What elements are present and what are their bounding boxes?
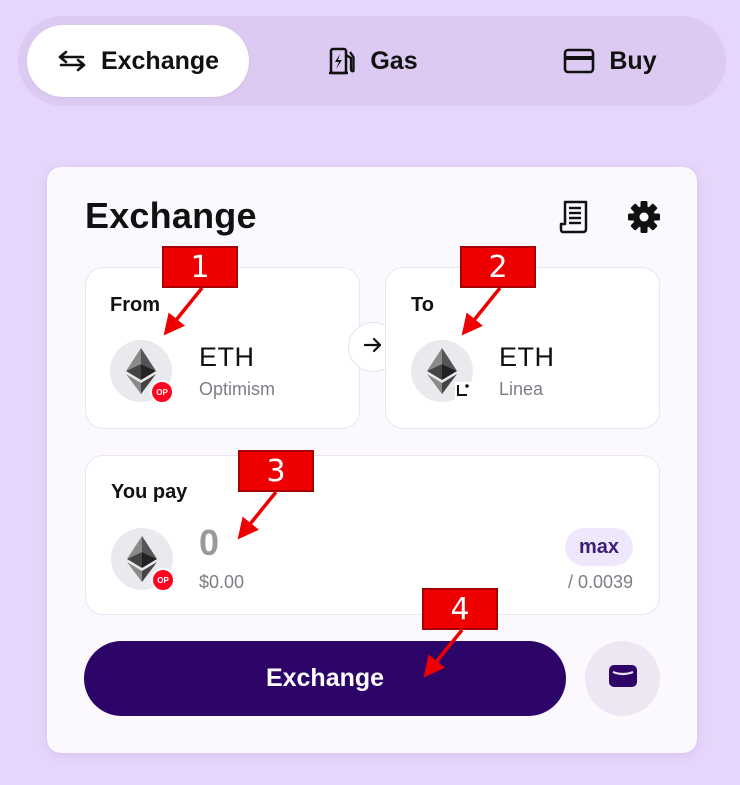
tab-gas[interactable]: Gas	[318, 25, 428, 97]
from-token-symbol: ETH	[199, 342, 255, 372]
eth-logo-icon	[427, 348, 457, 394]
optimism-badge-icon: OP	[151, 568, 175, 592]
wallet-icon	[607, 662, 639, 695]
pay-label: You pay	[111, 481, 188, 503]
receipt-icon[interactable]	[559, 200, 593, 234]
annotation-marker-1: 1	[162, 246, 238, 288]
annotation-marker-4: 4	[422, 588, 498, 630]
to-token-network: Linea	[499, 379, 544, 399]
tab-buy-label: Buy	[609, 46, 657, 75]
to-token-selector[interactable]: To ETH Linea	[385, 267, 660, 429]
optimism-badge-icon: OP	[150, 380, 174, 404]
swap-arrows-icon	[57, 49, 87, 73]
to-label: To	[411, 294, 434, 316]
tab-gas-label: Gas	[370, 46, 418, 75]
credit-card-icon	[563, 48, 595, 74]
from-token-selector[interactable]: From OP ETH Optimism	[85, 267, 360, 429]
to-token-symbol: ETH	[499, 342, 555, 372]
annotation-marker-3: 3	[238, 450, 314, 492]
annotation-marker-2: 2	[460, 246, 536, 288]
from-token-network: Optimism	[199, 379, 275, 399]
tab-exchange[interactable]: Exchange	[27, 25, 249, 97]
pay-usd-value: $0.00	[199, 572, 245, 592]
pay-amount-panel: You pay OP $0.00 max / 0.0039	[85, 455, 660, 615]
wallet-button[interactable]	[585, 641, 660, 716]
linea-badge-icon	[455, 382, 471, 398]
max-button[interactable]: max	[564, 528, 633, 566]
card-title: Exchange	[85, 195, 257, 236]
exchange-button[interactable]: Exchange	[84, 641, 566, 716]
balance-text: / 0.0039	[567, 572, 633, 592]
tab-buy[interactable]: Buy	[554, 25, 666, 97]
exchange-card: Exchange From OP ETH Optimism To ETH Lin…	[47, 167, 697, 753]
from-token-logo: OP	[110, 340, 174, 404]
from-label: From	[110, 294, 160, 316]
gear-icon[interactable]	[627, 200, 661, 234]
top-tab-bar: Exchange Gas Buy	[18, 16, 726, 106]
tab-exchange-label: Exchange	[100, 46, 220, 75]
pay-token-logo: OP	[111, 528, 175, 592]
gas-pump-icon	[328, 46, 356, 76]
pay-amount-input[interactable]	[199, 522, 319, 564]
to-token-logo	[411, 340, 473, 402]
arrow-right-icon	[363, 336, 383, 359]
